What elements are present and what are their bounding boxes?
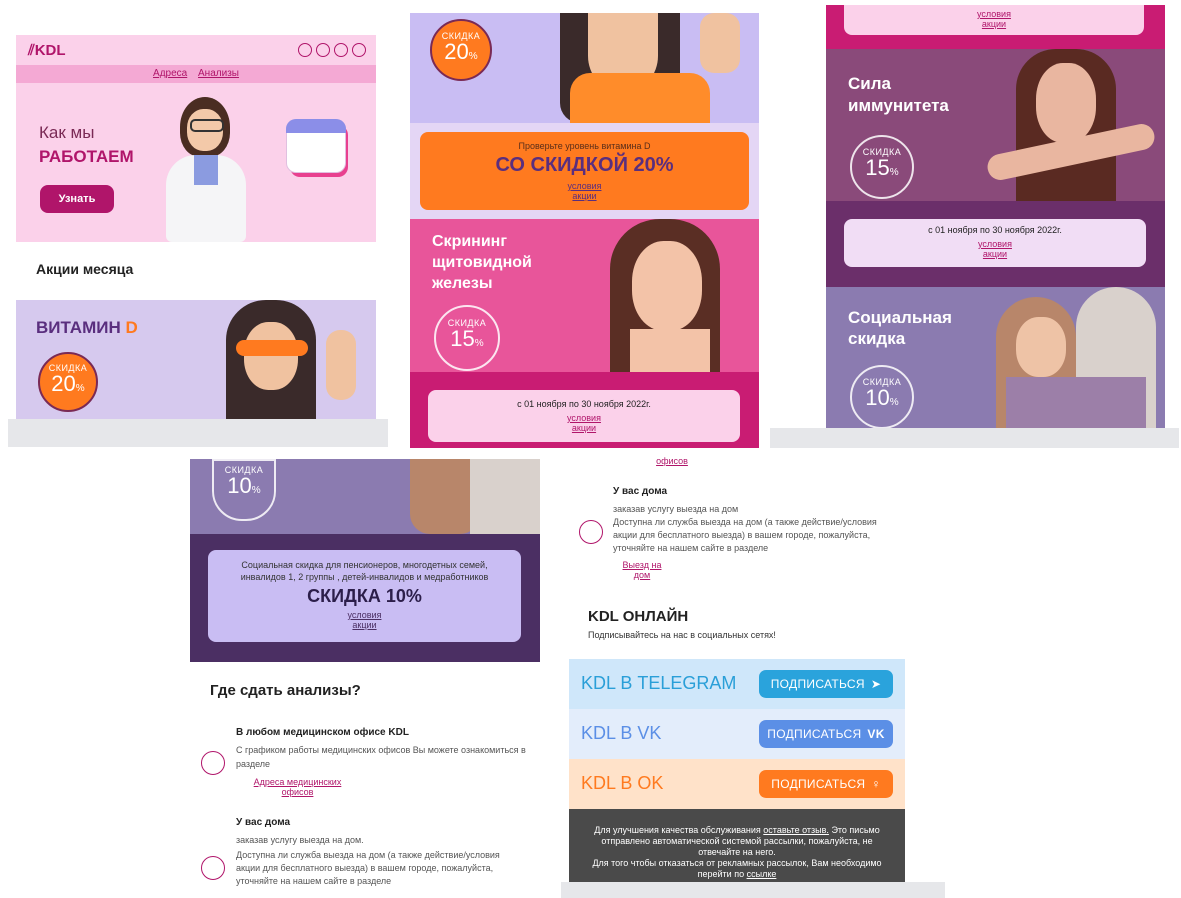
hero-line1: Как мы [39, 123, 95, 142]
where-title: Где сдать анализы? [210, 682, 361, 699]
instagram-icon[interactable] [352, 43, 366, 57]
thyroid-banner: Скрининг щитовидной железы СКИДКА 15% [410, 219, 759, 372]
telegram-icon[interactable] [298, 43, 312, 57]
discount-badge: СКИДКА 10% [850, 365, 914, 428]
top-conditions-box: условия акции [844, 5, 1144, 35]
conditions-link[interactable]: условия акции [844, 239, 1146, 259]
logo-mark-icon: ⫽ [28, 42, 35, 59]
conditions-link[interactable]: условия акции [208, 610, 521, 630]
immunity-banner: Сила иммунитета СКИДКА 15% [826, 49, 1165, 201]
top-conditions-block: условия акции [826, 5, 1165, 49]
section-title: Акции месяца [36, 261, 134, 277]
woman-crossed-arms-photo [976, 49, 1165, 201]
panel-social-discount-where: СКИДКА 10% Социальная скидка для пенсион… [145, 459, 557, 898]
vitamin-banner: ВИТАМИН D СКИДКА 20% [16, 300, 376, 419]
doctor-illustration [156, 87, 256, 242]
home-title: У вас дома [613, 486, 668, 497]
home-icon [201, 856, 225, 880]
woman-sunglasses-photo [196, 300, 376, 419]
ok-icon[interactable] [334, 43, 348, 57]
social-discount-block: Социальная скидка для пенсионеров, много… [190, 534, 540, 662]
location-icon [201, 751, 225, 775]
social-discount-banner: Социальная скидка СКИДКА 10% [826, 287, 1165, 428]
vitamin-d-headline: СО СКИДКОЙ 20% [495, 154, 674, 176]
telegram-row: KDL В TELEGRAM ПОДПИСАТЬСЯ ➤ [569, 659, 905, 709]
hugging-women-photo [976, 287, 1165, 428]
nav-addresses[interactable]: Адреса [153, 68, 187, 79]
panel-newsletter-top: ⫽KDL Адреса Анализы Как мы РАБОТАЕМ Узна… [16, 35, 376, 419]
office-addresses-link[interactable]: Адреса медицинских офисов [245, 777, 350, 797]
nav-analyses[interactable]: Анализы [198, 68, 239, 79]
ok-row: KDL В OK ПОДПИСАТЬСЯ ♀ [569, 759, 905, 809]
thyroid-title: Скрининг щитовидной железы [432, 233, 532, 292]
office-text: С графиком работы медицинских офисов Вы … [236, 745, 526, 769]
vitamin-d-promo-box: Проверьте уровень витамина D СО СКИДКОЙ … [420, 132, 749, 210]
discount-badge: СКИДКА 15% [850, 135, 914, 199]
panel-promotions-vitamin-thyroid: СКИДКА 20% Проверьте уровень витамина D … [410, 13, 759, 448]
unsubscribe-link[interactable]: ссылке [747, 869, 777, 879]
hero-banner: Как мы РАБОТАЕМ Узнать [16, 83, 376, 242]
immunity-title: Сила иммунитета [848, 74, 949, 115]
panel-promotions-immunity-social: условия акции Сила иммунитета СКИДКА 15% … [826, 5, 1165, 428]
hero-button[interactable]: Узнать [40, 185, 114, 213]
telegram-subscribe-button[interactable]: ПОДПИСАТЬСЯ ➤ [759, 670, 893, 698]
header-social-icons [298, 43, 366, 57]
vitamin-photo-block: СКИДКА 20% [410, 13, 759, 123]
divider-strip [770, 428, 1179, 448]
discount-badge: СКИДКА 20% [38, 352, 98, 412]
home-title: У вас дома [236, 817, 291, 828]
office-title: В любом медицинском офисе KDL [236, 727, 409, 738]
thyroid-footer: с 01 ноября по 30 ноября 2022г. условия а… [410, 372, 759, 448]
divider-strip [8, 419, 388, 447]
ok-subscribe-button[interactable]: ПОДПИСАТЬСЯ ♀ [759, 770, 893, 798]
home-text-2: Доступна ли служба выезда на дом (а такж… [613, 517, 877, 553]
conditions-link[interactable]: условия акции [428, 413, 740, 433]
woman-smiling-photo [580, 219, 759, 372]
telegram-label: KDL В TELEGRAM [581, 673, 737, 693]
discount-badge: СКИДКА 10% [212, 459, 276, 521]
telegram-icon: ➤ [870, 677, 882, 691]
feedback-link[interactable]: оставьте отзыв. [763, 825, 829, 835]
vitamin-title: ВИТАМИН D [36, 318, 138, 337]
hugging-women-photo [390, 459, 540, 534]
vk-row: KDL В VK ПОДПИСАТЬСЯ VK [569, 709, 905, 759]
discount-badge: СКИДКА 20% [430, 19, 492, 81]
calendar-illustration [284, 113, 354, 183]
vk-label: KDL В VK [581, 723, 662, 743]
vitamin-d-subtitle: Проверьте уровень витамина D [518, 141, 651, 151]
ok-icon: ♀ [871, 777, 881, 791]
thyroid-dates-box: с 01 ноября по 30 ноября 2022г. условия а… [428, 390, 740, 442]
online-title: KDL ОНЛАЙН [588, 608, 689, 625]
conditions-link[interactable]: условия акции [420, 181, 749, 201]
immunity-footer: с 01 ноября по 30 ноября 2022г. условия а… [826, 201, 1165, 287]
social-title: Социальная скидка [848, 308, 952, 348]
home-text-1: заказав услугу выезда на дом [613, 504, 739, 514]
social-discount-desc: Социальная скидка для пенсионеров, много… [240, 560, 489, 582]
immunity-dates-box: с 01 ноября по 30 ноября 2022г. условия а… [844, 219, 1146, 267]
vk-icon: VK [867, 727, 885, 741]
vitamin-d-letter: D [125, 318, 138, 337]
conditions-link[interactable]: условия акции [844, 9, 1144, 29]
woman-sunglasses-photo [520, 13, 750, 123]
office-addresses-link[interactable]: офисов [647, 456, 697, 466]
online-subtitle: Подписывайтесь на нас в социальных сетях… [588, 630, 776, 640]
social-photo-block: СКИДКА 10% [190, 459, 540, 534]
social-discount-headline: СКИДКА 10% [307, 586, 422, 606]
vk-icon[interactable] [316, 43, 330, 57]
footer-block: Для улучшения качества обслуживания оста… [569, 809, 905, 882]
discount-badge: СКИДКА 15% [434, 305, 500, 371]
home-icon [579, 520, 603, 544]
social-discount-box: Социальная скидка для пенсионеров, много… [208, 550, 521, 642]
vk-subscribe-button[interactable]: ПОДПИСАТЬСЯ VK [759, 720, 893, 748]
home-text-2: Доступна ли служба выезда на дом (а такж… [236, 850, 500, 886]
logo[interactable]: ⫽KDL [28, 42, 66, 59]
ok-label: KDL В OK [581, 773, 664, 793]
divider-strip [561, 882, 945, 898]
hero-line2: РАБОТАЕМ [39, 147, 134, 166]
home-text-1: заказав услугу выезда на дом. [236, 835, 364, 845]
nav-bar: Адреса Анализы [16, 65, 376, 83]
home-visit-link[interactable]: Выезд на дом [617, 560, 667, 580]
panel-home-online-social: офисов У вас дома заказав услугу выезда … [569, 454, 905, 882]
